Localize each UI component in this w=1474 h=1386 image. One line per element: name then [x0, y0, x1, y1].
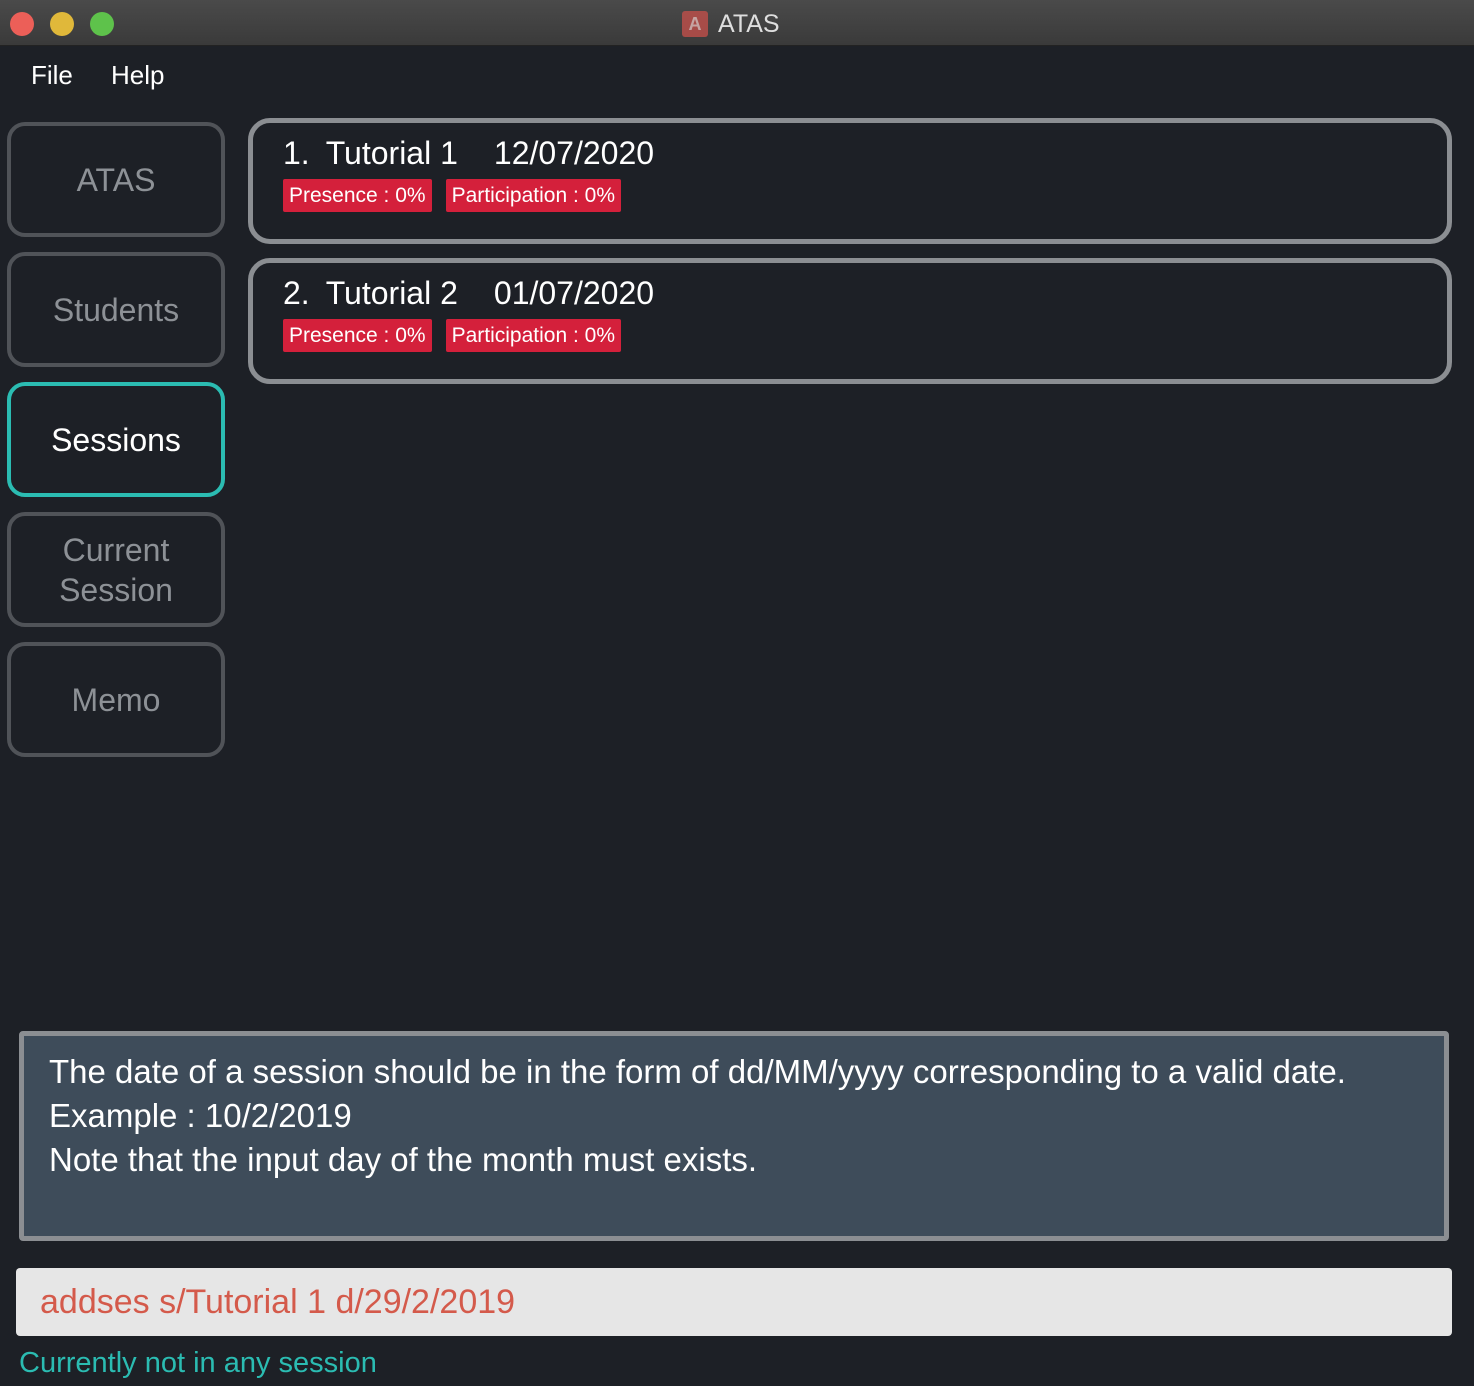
session-index: 1.	[283, 135, 310, 171]
session-badges: Presence : 0% Participation : 0%	[283, 319, 621, 352]
session-name: Tutorial 1	[325, 135, 458, 171]
session-title-row: 1. Tutorial 1 12/07/2020	[283, 135, 654, 172]
session-card[interactable]: 2. Tutorial 2 01/07/2020 Presence : 0% P…	[248, 258, 1452, 384]
result-line: Note that the input day of the month mus…	[49, 1141, 758, 1178]
nav-current-session-label-line2: Session	[59, 571, 173, 608]
status-bar-text: Currently not in any session	[19, 1347, 377, 1379]
command-box[interactable]	[16, 1268, 1452, 1336]
session-badges: Presence : 0% Participation : 0%	[283, 179, 621, 212]
nav-atas-label: ATAS	[76, 161, 156, 198]
nav-sessions-label: Sessions	[51, 421, 181, 458]
nav-current-session-label: Current Session	[59, 530, 173, 610]
window-titlebar: A ATAS	[0, 0, 1474, 46]
maximize-window-button[interactable]	[90, 12, 114, 36]
session-date: 12/07/2020	[493, 135, 655, 171]
participation-badge: Participation : 0%	[445, 179, 621, 212]
app-logo-icon: A	[682, 11, 708, 37]
minimize-window-button[interactable]	[50, 12, 74, 36]
nav-students-label: Students	[52, 291, 180, 328]
session-name: Tutorial 2	[325, 275, 458, 311]
nav-current-session-button[interactable]: Current Session	[7, 512, 225, 627]
nav-memo-label: Memo	[71, 681, 161, 718]
menu-bar: File Help	[0, 46, 1474, 106]
presence-badge: Presence : 0%	[283, 319, 432, 352]
session-date: 01/07/2020	[493, 275, 655, 311]
close-window-button[interactable]	[10, 12, 34, 36]
menu-help[interactable]: Help	[111, 60, 164, 91]
presence-badge: Presence : 0%	[283, 179, 432, 212]
window-title-group: A ATAS	[682, 10, 780, 38]
session-index: 2.	[283, 275, 310, 311]
result-line: Example : 10/2/2019	[49, 1097, 352, 1134]
participation-badge: Participation : 0%	[445, 319, 621, 352]
session-title-row: 2. Tutorial 2 01/07/2020	[283, 275, 654, 312]
menu-file[interactable]: File	[31, 60, 73, 91]
nav-students-button[interactable]: Students	[7, 252, 225, 367]
nav-sessions-button[interactable]: Sessions	[7, 382, 225, 497]
window-title: ATAS	[718, 9, 780, 38]
nav-current-session-label-line1: Current	[62, 531, 170, 568]
nav-atas-button[interactable]: ATAS	[7, 122, 225, 237]
result-line: The date of a session should be in the f…	[49, 1053, 1346, 1090]
nav-memo-button[interactable]: Memo	[7, 642, 225, 757]
result-display[interactable]: The date of a session should be in the f…	[19, 1031, 1449, 1241]
session-card[interactable]: 1. Tutorial 1 12/07/2020 Presence : 0% P…	[248, 118, 1452, 244]
command-input[interactable]	[40, 1282, 1452, 1322]
